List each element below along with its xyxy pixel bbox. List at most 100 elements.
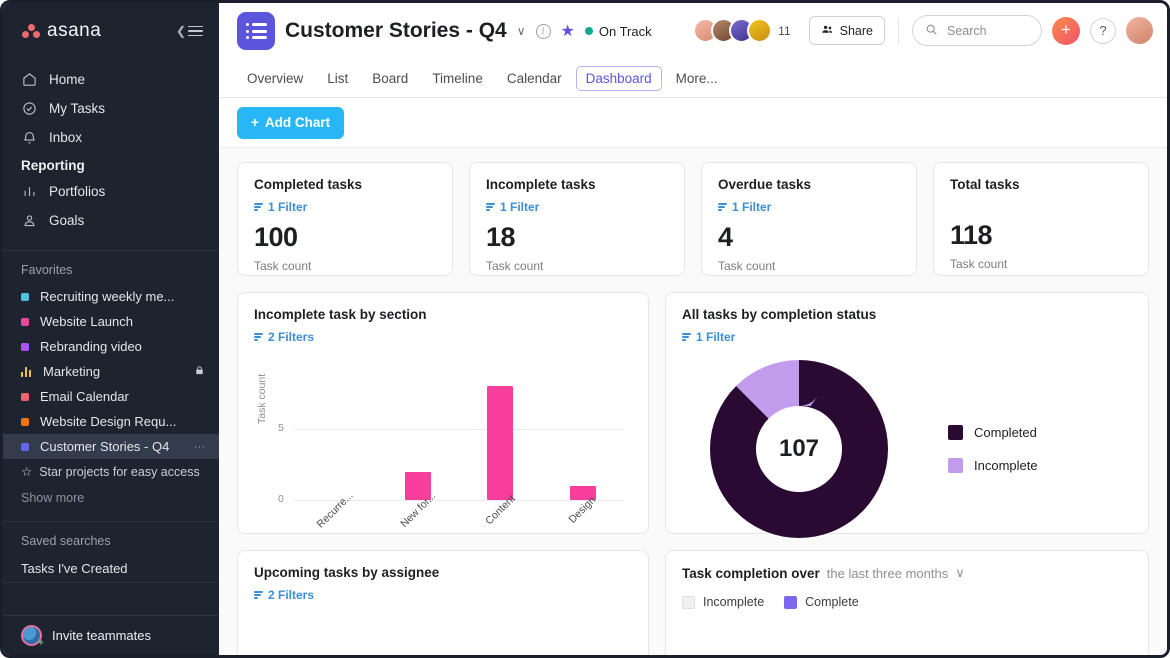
legend-label: Complete: [805, 595, 859, 609]
bar-chart-plot: 0 5: [278, 372, 625, 505]
time-range-selector[interactable]: the last three months: [827, 566, 948, 581]
people-icon: [821, 23, 834, 39]
legend-swatch: [948, 458, 963, 473]
legend-item-incomplete[interactable]: Incomplete: [948, 458, 1038, 473]
sidebar-item-inbox[interactable]: Inbox: [3, 123, 219, 152]
filter-icon: [718, 203, 727, 211]
favorite-item-label: Rebranding video: [40, 339, 142, 354]
star-projects-hint-label: Star projects for easy access: [39, 464, 200, 479]
favorite-item-website-design-request[interactable]: Website Design Requ...: [3, 409, 219, 434]
dashboard-board: Completed tasks 1 Filter 100 Task count …: [219, 148, 1167, 655]
asana-logo[interactable]: asana: [21, 20, 101, 42]
tab-more[interactable]: More...: [666, 66, 728, 91]
invite-teammates-button[interactable]: Invite teammates: [3, 615, 219, 655]
tab-list[interactable]: List: [317, 66, 358, 91]
chevron-down-icon[interactable]: ∨: [517, 24, 526, 38]
project-dot-icon: [21, 317, 29, 326]
stat-cards-row: Completed tasks 1 Filter 100 Task count …: [237, 162, 1149, 276]
filter-link[interactable]: 1 Filter: [682, 330, 1132, 344]
lock-icon: [194, 365, 205, 379]
saved-search-tasks-ive-created[interactable]: Tasks I've Created: [3, 555, 219, 583]
legend-item-completed[interactable]: Completed: [948, 425, 1038, 440]
tab-dashboard[interactable]: Dashboard: [575, 65, 662, 91]
home-icon: [21, 71, 38, 88]
filter-link-label: 1 Filter: [696, 330, 736, 344]
project-dot-icon: [21, 342, 29, 351]
share-button-label: Share: [839, 23, 873, 38]
favorite-item-label: Website Design Requ...: [40, 414, 177, 429]
asana-logo-icon: [21, 23, 41, 39]
collapse-sidebar-button[interactable]: ❮: [176, 25, 203, 37]
stat-card-completed-tasks[interactable]: Completed tasks 1 Filter 100 Task count: [237, 162, 453, 276]
tab-timeline[interactable]: Timeline: [422, 66, 493, 91]
share-button[interactable]: Share: [808, 16, 885, 45]
favorite-item-website-launch[interactable]: Website Launch: [3, 309, 219, 334]
sidebar-item-portfolios[interactable]: Portfolios: [3, 177, 219, 206]
project-dot-icon: [21, 392, 29, 401]
chart-title: All tasks by completion status: [682, 307, 877, 322]
favorite-item-rebranding-video[interactable]: Rebranding video: [3, 334, 219, 359]
legend-item-incomplete[interactable]: Incomplete: [682, 595, 764, 609]
project-dot-icon: [21, 442, 29, 451]
bar-slot: [542, 372, 625, 500]
avatar: [747, 18, 773, 43]
stat-card-value: 118: [950, 220, 993, 250]
quick-add-button[interactable]: +: [1052, 16, 1080, 45]
favorite-item-email-calendar[interactable]: Email Calendar: [3, 384, 219, 409]
user-avatar[interactable]: [1126, 17, 1153, 44]
filter-link[interactable]: 1 Filter: [254, 200, 436, 214]
asana-wordmark: asana: [47, 20, 102, 41]
legend-item-complete[interactable]: Complete: [784, 595, 859, 609]
filter-link[interactable]: 2 Filters: [254, 588, 632, 602]
help-button[interactable]: ?: [1090, 17, 1116, 44]
member-avatars[interactable]: 11: [693, 18, 791, 43]
legend-label: Incomplete: [703, 595, 765, 609]
member-count: 11: [778, 23, 791, 38]
chart-card-upcoming-tasks-by-assignee[interactable]: Upcoming tasks by assignee 2 Filters: [237, 550, 649, 655]
filter-link-label: 2 Filters: [268, 330, 315, 344]
filter-link[interactable]: 1 Filter: [718, 200, 900, 214]
star-icon[interactable]: ★: [561, 21, 575, 41]
stat-card-value: 18: [486, 222, 516, 252]
sidebar-item-label: Inbox: [49, 130, 83, 145]
chart-card-incomplete-by-section[interactable]: Incomplete task by section 2 Filters Tas…: [237, 292, 649, 534]
task-completion-legend: Incomplete Complete: [682, 595, 1132, 609]
stat-card-incomplete-tasks[interactable]: Incomplete tasks 1 Filter 18 Task count: [469, 162, 685, 276]
filter-icon: [682, 333, 691, 341]
stat-card-subtitle: Task count: [950, 257, 1008, 271]
search-input[interactable]: Search: [912, 15, 1042, 46]
sidebar-item-my-tasks[interactable]: My Tasks: [3, 94, 219, 123]
show-more-button[interactable]: Show more: [3, 483, 219, 505]
task-completion-header: Task completion over the last three mont…: [682, 565, 1132, 581]
chevron-down-icon[interactable]: ∨: [955, 565, 965, 581]
chart-cards-row: Incomplete task by section 2 Filters Tas…: [237, 292, 1149, 538]
chart-card-tasks-by-completion-status[interactable]: All tasks by completion status 1 Filter: [665, 292, 1149, 538]
chart-title: Incomplete task by section: [254, 307, 427, 322]
favorite-item-recruiting-weekly[interactable]: Recruiting weekly me...: [3, 284, 219, 309]
legend-swatch: [682, 595, 695, 609]
filter-icon: [254, 591, 263, 599]
favorite-item-marketing[interactable]: Marketing: [3, 359, 219, 384]
stat-card-subtitle: Task count: [254, 259, 312, 273]
sidebar-item-home[interactable]: Home: [3, 65, 219, 94]
chart-card-task-completion-over-time[interactable]: Task completion over the last three mont…: [665, 550, 1149, 655]
tab-board[interactable]: Board: [362, 66, 418, 91]
favorite-item-customer-stories-q4[interactable]: Customer Stories - Q4 ···: [3, 434, 219, 459]
filter-link[interactable]: 1 Filter: [486, 200, 668, 214]
filter-icon: [254, 203, 263, 211]
sidebar-header: asana ❮: [3, 3, 219, 59]
dashboard-toolbar: + Add Chart: [219, 98, 1167, 148]
overflow-menu-icon[interactable]: ···: [194, 441, 205, 453]
stat-card-total-tasks[interactable]: Total tasks 118 Task count: [933, 162, 1149, 276]
status-badge[interactable]: On Track: [584, 24, 652, 39]
stat-card-subtitle: Task count: [486, 259, 544, 273]
favorite-item-label: Recruiting weekly me...: [40, 289, 175, 304]
add-chart-button[interactable]: + Add Chart: [237, 106, 345, 139]
sidebar-item-goals[interactable]: Goals: [3, 206, 219, 235]
tab-overview[interactable]: Overview: [237, 66, 313, 91]
filter-link-label: 2 Filters: [268, 588, 315, 602]
tab-calendar[interactable]: Calendar: [497, 66, 572, 91]
filter-link[interactable]: 2 Filters: [254, 330, 632, 344]
stat-card-overdue-tasks[interactable]: Overdue tasks 1 Filter 4 Task count: [701, 162, 917, 276]
info-icon[interactable]: i: [535, 23, 551, 39]
